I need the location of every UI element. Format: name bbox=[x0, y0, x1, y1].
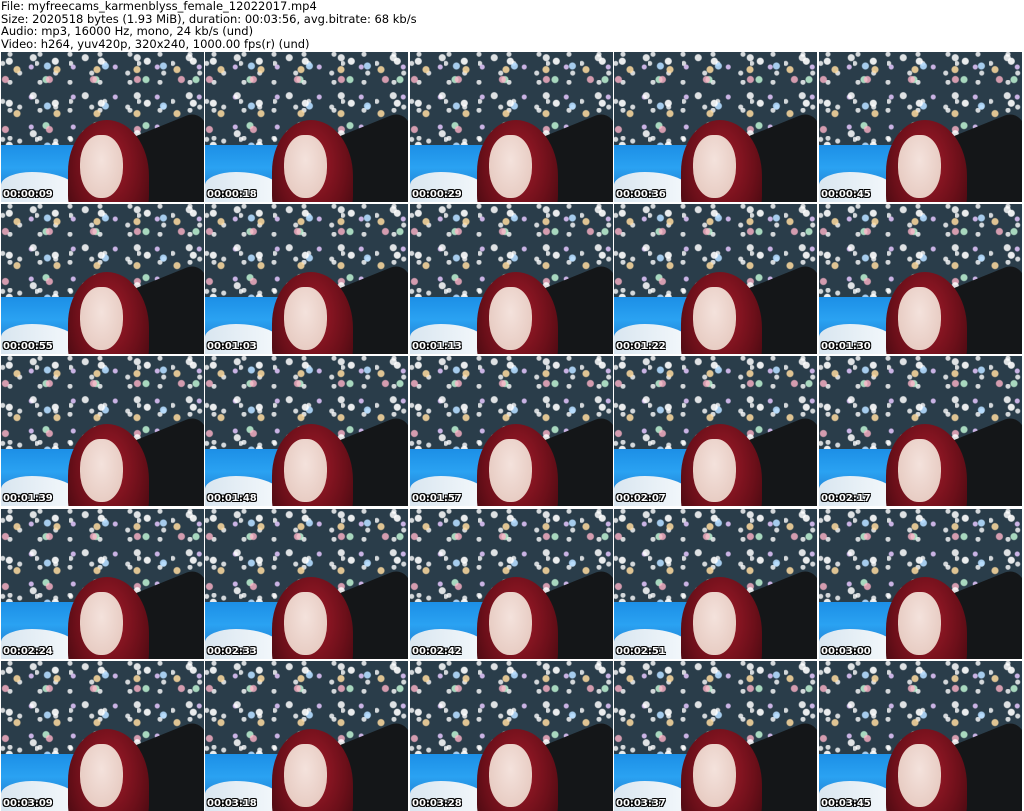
face bbox=[898, 286, 941, 350]
video-frame-thumbnail: 00:00:18 bbox=[205, 52, 408, 202]
video-frame-thumbnail: 00:02:17 bbox=[819, 356, 1022, 506]
face bbox=[489, 286, 532, 350]
face bbox=[284, 438, 327, 502]
video-frame-thumbnail: 00:03:18 bbox=[205, 661, 408, 811]
video-frame-thumbnail: 00:03:45 bbox=[819, 661, 1022, 811]
face bbox=[898, 591, 941, 655]
video-frame-thumbnail: 00:03:28 bbox=[410, 661, 613, 811]
frame-timestamp: 00:01:03 bbox=[207, 341, 257, 352]
video-frame-thumbnail: 00:00:45 bbox=[819, 52, 1022, 202]
video-frame-thumbnail: 00:03:37 bbox=[614, 661, 817, 811]
video-frame-thumbnail: 00:01:39 bbox=[1, 356, 204, 506]
frame-timestamp: 00:02:17 bbox=[821, 493, 871, 504]
video-frame-thumbnail: 00:03:00 bbox=[819, 509, 1022, 659]
video-info: Video: h264, yuv420p, 320x240, 1000.00 f… bbox=[1, 36, 310, 51]
video-frame-thumbnail: 00:01:03 bbox=[205, 204, 408, 354]
frame-timestamp: 00:03:37 bbox=[616, 798, 666, 809]
thumbnail-grid: 00:00:09 00:00:18 00:00:29 00:00:36 00:00:45… bbox=[1, 52, 1023, 811]
video-frame-thumbnail: 00:02:07 bbox=[614, 356, 817, 506]
video-frame-thumbnail: 00:01:48 bbox=[205, 356, 408, 506]
frame-timestamp: 00:03:45 bbox=[821, 798, 871, 809]
face bbox=[898, 134, 941, 198]
face bbox=[489, 743, 532, 807]
video-frame-thumbnail: 00:00:55 bbox=[1, 204, 204, 354]
frame-timestamp: 00:00:29 bbox=[412, 189, 462, 200]
face bbox=[80, 743, 123, 807]
frame-timestamp: 00:02:24 bbox=[3, 646, 53, 657]
frame-timestamp: 00:02:51 bbox=[616, 646, 666, 657]
frame-timestamp: 00:02:42 bbox=[412, 646, 462, 657]
frame-timestamp: 00:03:18 bbox=[207, 798, 257, 809]
face bbox=[898, 438, 941, 502]
video-frame-thumbnail: 00:01:22 bbox=[614, 204, 817, 354]
frame-timestamp: 00:00:18 bbox=[207, 189, 257, 200]
video-frame-thumbnail: 00:01:13 bbox=[410, 204, 613, 354]
face bbox=[489, 134, 532, 198]
face bbox=[693, 286, 736, 350]
video-frame-thumbnail: 00:01:30 bbox=[819, 204, 1022, 354]
file-info-header: File: myfreecams_karmenblyss_female_1202… bbox=[0, 0, 1024, 52]
video-frame-thumbnail: 00:02:33 bbox=[205, 509, 408, 659]
video-frame-thumbnail: 00:02:24 bbox=[1, 509, 204, 659]
face bbox=[693, 743, 736, 807]
face bbox=[284, 591, 327, 655]
face bbox=[693, 438, 736, 502]
frame-timestamp: 00:00:09 bbox=[3, 189, 53, 200]
face bbox=[284, 134, 327, 198]
frame-timestamp: 00:03:00 bbox=[821, 646, 871, 657]
face bbox=[693, 591, 736, 655]
video-frame-thumbnail: 00:00:36 bbox=[614, 52, 817, 202]
face bbox=[80, 591, 123, 655]
frame-timestamp: 00:02:07 bbox=[616, 493, 666, 504]
frame-timestamp: 00:02:33 bbox=[207, 646, 257, 657]
frame-timestamp: 00:00:55 bbox=[3, 341, 53, 352]
video-frame-thumbnail: 00:01:57 bbox=[410, 356, 613, 506]
video-frame-thumbnail: 00:00:09 bbox=[1, 52, 204, 202]
video-frame-thumbnail: 00:03:09 bbox=[1, 661, 204, 811]
frame-timestamp: 00:01:22 bbox=[616, 341, 666, 352]
face bbox=[489, 438, 532, 502]
face bbox=[80, 286, 123, 350]
frame-timestamp: 00:01:39 bbox=[3, 493, 53, 504]
frame-timestamp: 00:03:28 bbox=[412, 798, 462, 809]
face bbox=[80, 438, 123, 502]
face bbox=[489, 591, 532, 655]
face bbox=[284, 743, 327, 807]
frame-timestamp: 00:01:57 bbox=[412, 493, 462, 504]
face bbox=[693, 134, 736, 198]
video-frame-thumbnail: 00:02:51 bbox=[614, 509, 817, 659]
video-frame-thumbnail: 00:00:29 bbox=[410, 52, 613, 202]
frame-timestamp: 00:00:45 bbox=[821, 189, 871, 200]
face bbox=[80, 134, 123, 198]
face bbox=[898, 743, 941, 807]
file-name: File: myfreecams_karmenblyss_female_1202… bbox=[1, 0, 317, 13]
frame-timestamp: 00:01:48 bbox=[207, 493, 257, 504]
video-frame-thumbnail: 00:02:42 bbox=[410, 509, 613, 659]
face bbox=[284, 286, 327, 350]
frame-timestamp: 00:00:36 bbox=[616, 189, 666, 200]
frame-timestamp: 00:03:09 bbox=[3, 798, 53, 809]
audio-info: Audio: mp3, 16000 Hz, mono, 24 kb/s (und… bbox=[1, 24, 254, 39]
frame-timestamp: 00:01:13 bbox=[412, 341, 462, 352]
frame-timestamp: 00:01:30 bbox=[821, 341, 871, 352]
